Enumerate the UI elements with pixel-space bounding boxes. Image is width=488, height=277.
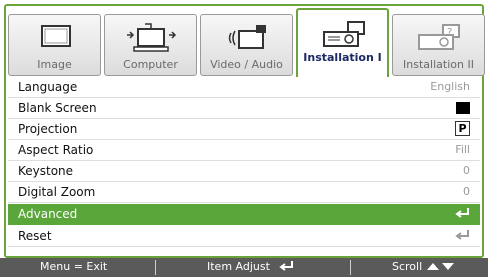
computer-icon (105, 23, 196, 53)
projection-p-icon: P (455, 121, 470, 136)
osd-menu: Image Computer Video / Audio Installatio… (0, 0, 488, 277)
projector-settings-icon: ? (393, 23, 484, 53)
tab-video-audio[interactable]: Video / Audio (200, 14, 293, 76)
menu-item-label: Keystone (18, 164, 74, 178)
tab-computer[interactable]: Computer (104, 14, 197, 76)
footer-scroll: Scroll (392, 260, 423, 273)
footer-divider (350, 260, 351, 275)
tab-computer-label: Computer (123, 58, 178, 71)
footer-menu-exit: Menu = Exit (40, 260, 108, 273)
footer-divider (155, 260, 156, 275)
menu-item-reset[interactable]: Reset (8, 226, 480, 247)
settings-list: Language English Blank Screen Projection… (8, 77, 480, 251)
menu-item-label: Aspect Ratio (18, 143, 94, 157)
enter-icon (454, 229, 470, 244)
menu-item-label: Projection (18, 122, 78, 136)
tab-installation-1-label: Installation I (303, 51, 382, 64)
menu-item-language[interactable]: Language English (8, 77, 480, 98)
footer-hint-bar: Menu = Exit Item Adjust Scroll (0, 258, 488, 277)
tab-image[interactable]: Image (8, 14, 101, 76)
menu-item-label: Reset (18, 229, 52, 243)
menu-item-blank-screen[interactable]: Blank Screen (8, 98, 480, 119)
menu-item-aspect-ratio[interactable]: Aspect Ratio Fill (8, 140, 480, 161)
enter-icon (454, 207, 470, 222)
menu-item-label: Advanced (18, 207, 78, 221)
scroll-arrows-icon (426, 260, 456, 275)
video-audio-icon (201, 23, 292, 53)
menu-item-value: Fill (455, 143, 470, 156)
tab-video-audio-label: Video / Audio (210, 58, 283, 71)
tab-image-label: Image (37, 58, 72, 71)
menu-item-value: 0 (463, 185, 470, 198)
menu-item-label: Language (18, 80, 78, 94)
menu-item-value: 0 (463, 164, 470, 177)
image-monitor-icon (9, 23, 100, 53)
tab-installation-2[interactable]: ? Installation II (392, 14, 485, 76)
menu-item-digital-zoom[interactable]: Digital Zoom 0 (8, 182, 480, 203)
menu-item-label: Digital Zoom (18, 185, 96, 199)
menu-item-advanced[interactable]: Advanced (8, 204, 480, 225)
tab-bar: Image Computer Video / Audio Installatio… (8, 8, 485, 80)
black-square-icon (456, 102, 470, 114)
tab-installation-1[interactable]: Installation I (296, 8, 389, 80)
menu-item-keystone[interactable]: Keystone 0 (8, 161, 480, 182)
projector-icon (298, 20, 387, 50)
footer-item-adjust: Item Adjust (207, 260, 270, 273)
enter-icon (278, 260, 294, 275)
tab-installation-2-label: Installation II (403, 58, 474, 71)
menu-item-projection[interactable]: Projection P (8, 119, 480, 140)
menu-item-label: Blank Screen (18, 101, 97, 115)
menu-item-value: English (430, 80, 470, 93)
